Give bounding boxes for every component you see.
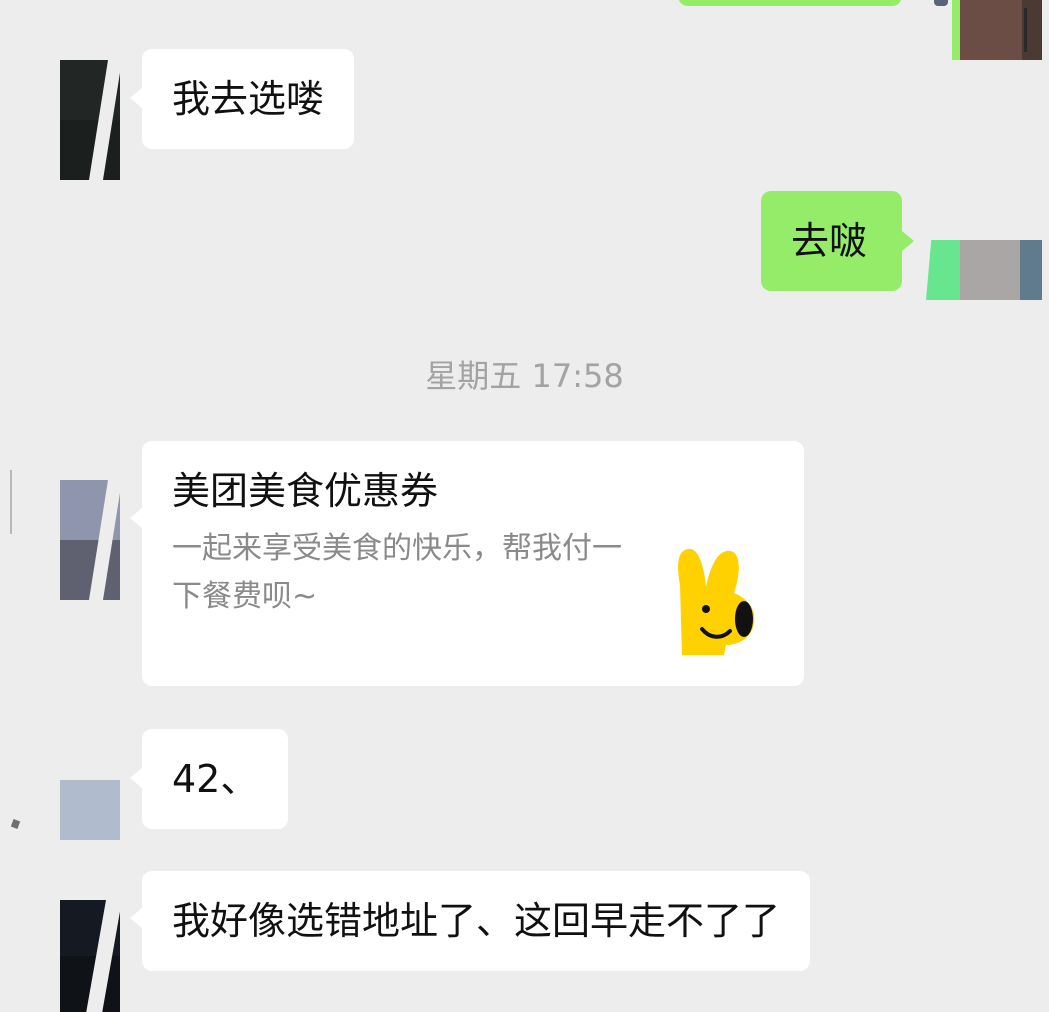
chat-timestamp: 星期五 17:58 <box>425 357 624 395</box>
message-bubble-outgoing[interactable]: 去啵 <box>761 191 902 291</box>
message-bubble-incoming[interactable]: 42、 <box>142 729 289 829</box>
message-text: 42、 <box>172 757 259 801</box>
scroll-mark <box>10 470 12 534</box>
contact-avatar[interactable] <box>60 780 120 840</box>
bubble-tail <box>130 768 142 788</box>
contact-avatar[interactable] <box>60 480 120 600</box>
card-description: 一起来享受美食的快乐，帮我付一下餐费呗~ <box>172 531 622 614</box>
message-text: 我去选喽 <box>172 77 325 121</box>
bubble-tail <box>130 508 142 528</box>
bubble-tail <box>130 88 142 108</box>
message-text: 去啵 <box>791 219 868 263</box>
self-avatar-top[interactable] <box>952 0 1042 60</box>
meituan-kangaroo-mascot-icon <box>662 545 762 657</box>
card-title: 美团美食优惠券 <box>172 469 439 513</box>
clipped-element <box>934 0 948 6</box>
contact-avatar[interactable] <box>60 900 120 1012</box>
contact-avatar[interactable] <box>60 60 120 180</box>
bubble-tail <box>902 231 914 251</box>
clipped-outgoing-bubble[interactable] <box>678 0 902 6</box>
bubble-tail <box>130 908 142 928</box>
self-avatar[interactable] <box>920 240 1042 300</box>
message-bubble-incoming[interactable]: 我去选喽 <box>142 49 355 149</box>
message-text: 我好像选错地址了、这回早走不了了 <box>172 899 781 943</box>
message-bubble-incoming[interactable]: 我好像选错地址了、这回早走不了了 <box>142 871 811 971</box>
scroll-mark <box>10 819 21 829</box>
coupon-card[interactable]: 美团美食优惠券 一起来享受美食的快乐，帮我付一下餐费呗~ <box>142 441 804 686</box>
